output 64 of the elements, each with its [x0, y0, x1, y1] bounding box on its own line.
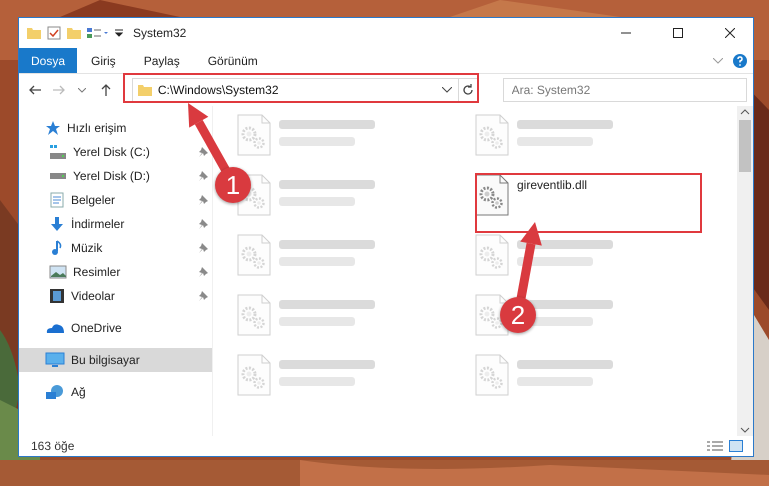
nav-item[interactable]: Ağ: [19, 380, 212, 404]
address-bar[interactable]: C:\Windows\System32: [132, 78, 479, 102]
nav-item[interactable]: Videolar: [19, 284, 212, 308]
chevron-down-icon: [713, 58, 723, 64]
file-name: gireventlib.dll: [517, 178, 588, 192]
large-icons-view-icon: [729, 440, 743, 452]
nav-item[interactable]: Yerel Disk (C:): [19, 140, 212, 164]
folder-icon: [138, 84, 152, 96]
pin-icon: [198, 219, 208, 229]
item-count: 163 öğe: [31, 439, 76, 453]
gear-file-icon: [475, 234, 509, 276]
view-options-icon: [87, 27, 109, 39]
nav-item[interactable]: Belgeler: [19, 188, 212, 212]
chevron-down-icon: [442, 87, 452, 93]
document-icon: [49, 192, 65, 208]
gear-file-icon: [237, 294, 271, 336]
drive-icon: [49, 144, 67, 160]
forward-arrow-icon: [52, 85, 65, 95]
nav-item[interactable]: İndirmeler: [19, 212, 212, 236]
search-field[interactable]: Ara: System32: [502, 78, 748, 102]
ribbon-tab[interactable]: Paylaş: [130, 48, 194, 73]
dropdown-icon: [115, 28, 123, 38]
details-view-icon: [707, 440, 723, 452]
pin-icon: [198, 243, 208, 253]
gear-file-icon: [475, 114, 509, 156]
gear-file-icon: [237, 354, 271, 396]
window-title: System32: [133, 26, 188, 40]
chevron-down-icon: [78, 88, 86, 92]
ribbon-tab[interactable]: Görünüm: [194, 48, 272, 73]
pin-icon: [198, 171, 208, 181]
up-arrow-icon: [100, 84, 111, 96]
folder-icon: [27, 27, 41, 39]
pin-icon: [198, 147, 208, 157]
film-icon: [49, 288, 65, 304]
nav-item[interactable]: Yerel Disk (D:): [19, 164, 212, 188]
gear-file-icon: [475, 174, 509, 216]
globe-computer-icon: [45, 384, 65, 400]
pin-icon: [198, 267, 208, 277]
maximize-icon: [673, 28, 683, 38]
close-icon: [725, 28, 735, 38]
drive-icon: [50, 173, 66, 179]
gear-file-icon: [237, 114, 271, 156]
nav-item[interactable]: Hızlı erişim: [19, 116, 212, 140]
scrollbar[interactable]: [737, 106, 753, 436]
ribbon-tab[interactable]: Giriş: [77, 48, 130, 73]
back-arrow-icon: [28, 85, 41, 95]
star-icon: [45, 120, 61, 136]
pin-icon: [198, 291, 208, 301]
gear-file-icon: [475, 354, 509, 396]
refresh-icon: [462, 84, 474, 96]
nav-item[interactable]: Bu bilgisayar: [19, 348, 212, 372]
ribbon-tab[interactable]: Dosya: [19, 48, 78, 73]
minimize-icon: [621, 32, 631, 34]
monitor-icon: [45, 352, 65, 368]
scroll-thumb[interactable]: [739, 120, 751, 172]
nav-item[interactable]: Müzik: [19, 236, 212, 260]
nav-item[interactable]: OneDrive: [19, 316, 212, 340]
gear-file-icon: [237, 234, 271, 276]
nav-item[interactable]: Resimler: [19, 260, 212, 284]
help-icon: [733, 54, 747, 68]
pin-icon: [198, 195, 208, 205]
folder-icon: [67, 27, 81, 39]
picture-icon: [49, 264, 67, 280]
download-icon: [49, 216, 65, 232]
